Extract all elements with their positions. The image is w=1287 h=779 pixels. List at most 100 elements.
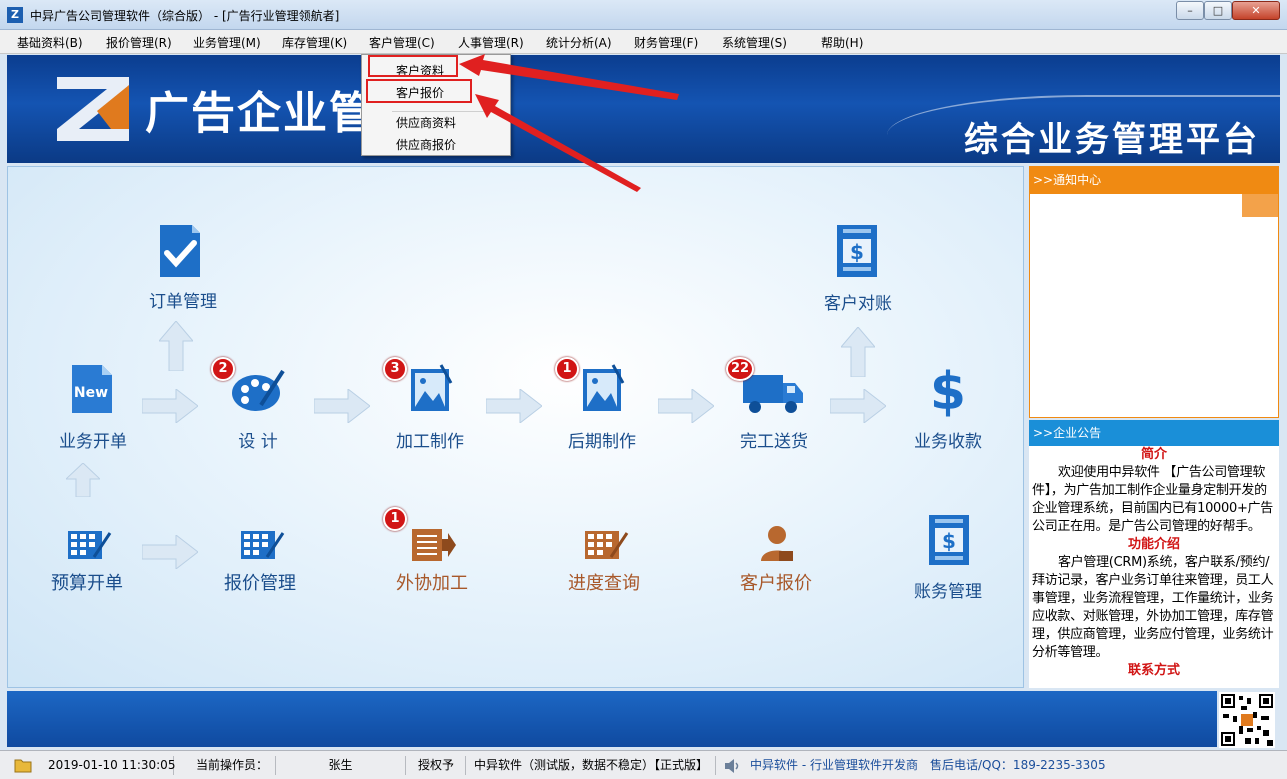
menu-statistics[interactable]: 统计分析(A) xyxy=(546,34,612,51)
bulletin-intro-title: 简介 xyxy=(1140,447,1167,462)
status-license: 中异软件（测试版，数据不稳定）【正式版】 xyxy=(470,756,716,775)
window-title: 中异广告公司管理软件（综合版） - [广告行业管理领航者] xyxy=(30,9,340,23)
svg-text:$: $ xyxy=(930,363,966,417)
flow-label-customer-quote: 客户报价 xyxy=(740,573,812,594)
company-logo-icon xyxy=(57,77,129,141)
ledger-dollar-icon: $ xyxy=(837,225,877,277)
flow-label-outsource: 外协加工 xyxy=(396,573,468,594)
footer-banner xyxy=(7,691,1217,747)
flow-label-progress: 进度查询 xyxy=(568,573,640,594)
menu-basic-data[interactable]: 基础资料(B) xyxy=(17,34,83,51)
palette-icon xyxy=(232,369,285,411)
bulletin-panel[interactable]: 简介 欢迎使用中异软件 【广告公司管理软件】，为广告加工制作企业量身定制开发的企… xyxy=(1029,446,1279,688)
notice-center-header: >>通知中心 xyxy=(1029,166,1279,194)
notice-center-panel[interactable] xyxy=(1029,194,1279,418)
status-support: 售后电话/QQ：189-2235-3305 xyxy=(930,758,1106,772)
status-datetime: 2019-01-10 11:30:05 xyxy=(44,756,175,775)
flow-node-progress[interactable]: 进度查询 xyxy=(557,525,651,605)
post-production-count-badge: 1 xyxy=(555,357,579,381)
bulletin-feature-title: 功能介绍 xyxy=(1127,537,1180,552)
annotation-arrows xyxy=(459,54,679,192)
outsource-count-badge: 1 xyxy=(383,507,407,531)
flow-label-payment: 业务收款 xyxy=(914,432,982,452)
flow-label-order: 订单管理 xyxy=(149,292,217,312)
flow-label-business-open: 业务开单 xyxy=(59,432,127,452)
flow-label-post-production: 后期制作 xyxy=(568,432,636,452)
banner-slogan: 综合业务管理平台 xyxy=(964,120,1260,160)
flow-label-customer-reconcile: 客户对账 xyxy=(824,294,892,314)
minimize-button[interactable]: – xyxy=(1176,1,1204,20)
menu-hr-management[interactable]: 人事管理(R) xyxy=(458,34,524,51)
flow-node-customer-reconcile[interactable]: $ 客户对账 xyxy=(823,223,893,314)
processing-count-badge: 3 xyxy=(383,357,407,381)
highlight-box-customer-info xyxy=(368,55,458,77)
menu-customer-management[interactable]: 客户管理(C) xyxy=(369,34,435,51)
calculator-icon xyxy=(585,531,629,559)
status-operator-label: 当前操作员： xyxy=(192,756,276,775)
arrow-right-icon xyxy=(314,389,370,423)
flow-node-budget[interactable]: 预算开单 xyxy=(40,525,134,605)
arrow-right-icon xyxy=(142,389,198,423)
close-button[interactable]: ✕ xyxy=(1232,1,1280,20)
status-license-label: 授权予 xyxy=(414,756,466,775)
maximize-button[interactable]: □ xyxy=(1204,1,1232,20)
bulletin-intro-text: 欢迎使用中异软件 【广告公司管理软件】，为广告加工制作企业量身定制开发的企业管理… xyxy=(1032,465,1273,534)
bulletin-feature-text: 客户管理(CRM)系统，客户联系/预约/拜访记录，客户业务订单往来管理，员工人事… xyxy=(1032,555,1274,660)
qr-code-icon xyxy=(1219,692,1275,748)
delivery-count-badge: 22 xyxy=(726,357,754,381)
dropdown-item-supplier-quote[interactable]: 供应商报价 xyxy=(396,136,456,153)
flow-node-payment[interactable]: $ 业务收款 xyxy=(903,363,993,453)
status-operator: 张生 xyxy=(276,756,406,775)
menu-bar: 基础资料(B) 报价管理(R) 业务管理(M) 库存管理(K) 客户管理(C) … xyxy=(0,30,1287,54)
status-bar: 2019-01-10 11:30:05 当前操作员： 张生 授权予 中异软件（测… xyxy=(0,750,1287,779)
menu-business-management[interactable]: 业务管理(M) xyxy=(193,34,261,51)
customer-person-icon xyxy=(761,526,793,561)
arrow-right-icon xyxy=(142,535,198,569)
flow-node-customer-quote[interactable]: 客户报价 xyxy=(729,525,823,605)
business-flow-panel: 订单管理 $ 客户对账 New 业务开单 设 计 2 加工制作 3 后期制作 1… xyxy=(7,166,1024,688)
flow-label-budget: 预算开单 xyxy=(51,573,123,594)
new-document-icon: New xyxy=(72,365,112,413)
flow-label-delivery: 完工送货 xyxy=(740,432,808,452)
menu-finance-management[interactable]: 财务管理(F) xyxy=(634,34,698,51)
dollar-sign-icon: $ xyxy=(930,363,966,417)
flow-node-accounts[interactable]: $ 账务管理 xyxy=(903,513,993,605)
menu-quote-management[interactable]: 报价管理(R) xyxy=(106,34,172,51)
image-edit-icon xyxy=(583,364,625,411)
design-count-badge: 2 xyxy=(211,357,235,381)
calculator-icon xyxy=(68,531,112,559)
order-check-icon xyxy=(160,225,200,277)
arrow-up-icon xyxy=(159,321,193,371)
svg-text:$: $ xyxy=(850,240,864,264)
speaker-icon xyxy=(725,759,739,773)
export-list-icon xyxy=(412,529,456,561)
svg-text:$: $ xyxy=(942,529,956,553)
app-icon: Z xyxy=(7,7,23,23)
flow-label-processing: 加工制作 xyxy=(396,432,464,452)
image-edit-icon xyxy=(411,364,453,411)
ledger-dollar-icon: $ xyxy=(929,515,969,565)
flow-node-quote[interactable]: 报价管理 xyxy=(213,525,307,605)
truck-icon xyxy=(743,375,803,413)
flow-node-outsource[interactable]: 外协加工 xyxy=(385,525,479,605)
menu-system-management[interactable]: 系统管理(S) xyxy=(722,34,787,51)
flow-label-quote: 报价管理 xyxy=(224,573,296,594)
menu-help[interactable]: 帮助(H) xyxy=(821,34,863,51)
calculator-icon xyxy=(241,531,285,559)
flow-label-design: 设 计 xyxy=(238,432,278,452)
menu-inventory-management[interactable]: 库存管理(K) xyxy=(282,34,347,51)
arrow-right-icon xyxy=(830,389,886,423)
bulletin-header: >>企业公告 xyxy=(1029,420,1279,446)
dropdown-item-supplier-info[interactable]: 供应商资料 xyxy=(396,114,456,131)
arrow-right-icon xyxy=(486,389,542,423)
flow-node-order[interactable]: 订单管理 xyxy=(148,223,218,313)
folder-icon[interactable] xyxy=(14,757,32,773)
svg-text:New: New xyxy=(74,385,108,401)
flow-label-accounts: 账务管理 xyxy=(914,582,982,602)
flow-node-business-open[interactable]: New 业务开单 xyxy=(48,363,138,453)
status-vendor: 中异软件 - 行业管理软件开发商 xyxy=(750,758,918,772)
title-bar: Z 中异广告公司管理软件（综合版） - [广告行业管理领航者] – □ ✕ xyxy=(0,0,1287,30)
arrow-right-icon xyxy=(658,389,714,423)
bulletin-contact-title: 联系方式 xyxy=(1127,663,1180,678)
notice-scroll-handle[interactable] xyxy=(1242,194,1278,217)
